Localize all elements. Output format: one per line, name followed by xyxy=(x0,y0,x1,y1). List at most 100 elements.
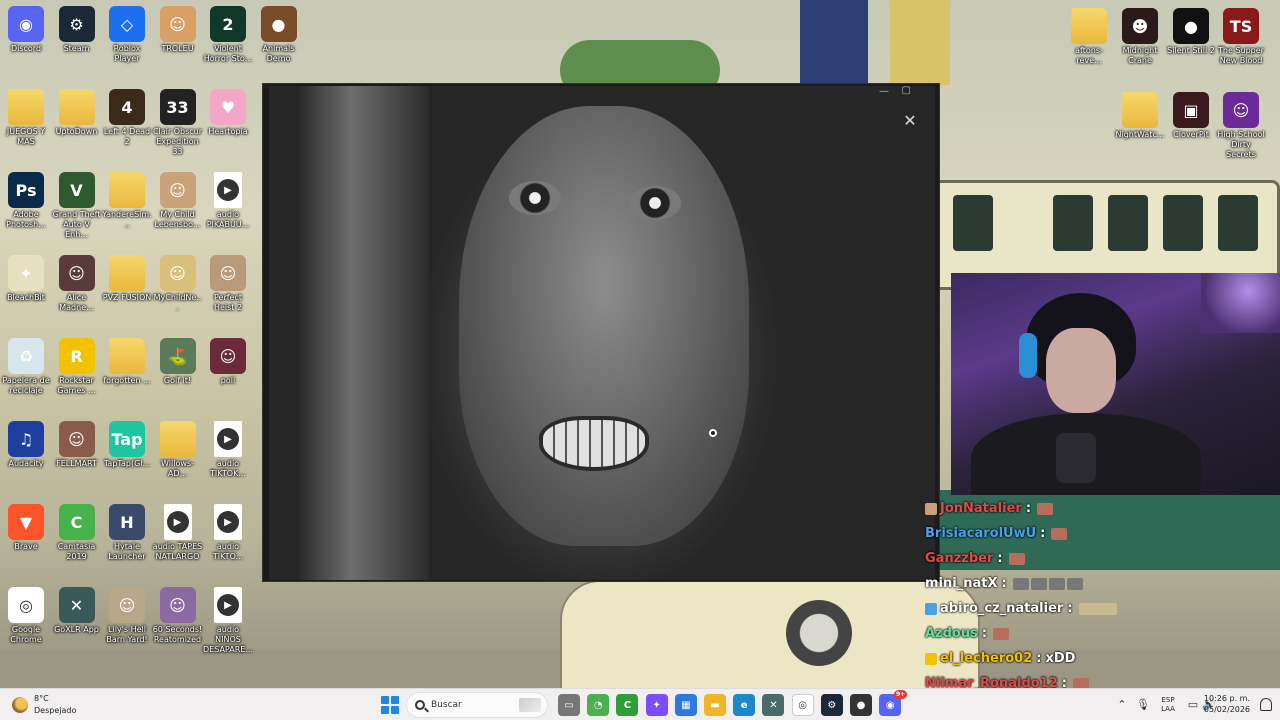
desktop-icon[interactable]: H Hytale Launcher xyxy=(102,504,152,562)
desktop-icon-label: Hytale Launcher xyxy=(108,542,146,561)
clock-date: 05/02/2026 xyxy=(1203,705,1250,714)
poli-icon: ☺ xyxy=(210,338,246,374)
desktop-icon[interactable]: UptoDown xyxy=(52,89,102,137)
desktop-icon[interactable]: Willows-AD... xyxy=(153,421,203,479)
weather-widget[interactable]: 8°C Despejado xyxy=(12,693,132,717)
desktop-icon[interactable]: ▶ audio NIÑOS DESAPARE... xyxy=(203,587,253,655)
taskbar-camtasia-icon[interactable]: C xyxy=(616,694,639,716)
desktop-icon[interactable]: ☺ TROLEU xyxy=(153,6,203,54)
desktop-icon[interactable]: ● Animals Demo xyxy=(254,6,304,64)
taskbar-chrome-icon[interactable]: ◎ xyxy=(791,694,814,716)
desktop-icon-label: FELLMART xyxy=(56,459,97,468)
desktop-icon[interactable]: ▶ audio PIKABUU... xyxy=(203,172,253,230)
network-icon[interactable]: ▭ xyxy=(1186,698,1200,712)
close-button[interactable]: ✕ xyxy=(901,112,919,130)
desktop-icon-label: audio NIÑOS DESAPARE... xyxy=(203,625,253,654)
desktop-icon[interactable]: ☺ Lily's Hell Barn Yard! xyxy=(102,587,152,645)
maximize-button[interactable]: ▢ xyxy=(902,85,911,96)
desktop-icon-label: Midnight Crane xyxy=(1122,46,1158,65)
microphone-tray-icon[interactable]: 🎙 xyxy=(1136,698,1150,712)
mychild-icon: ☺ xyxy=(159,172,196,208)
taskbar-edge-icon[interactable]: e xyxy=(733,694,756,716)
desktop-icon[interactable]: ☺ poli xyxy=(203,338,253,386)
desktop-icon[interactable]: ☺ 60 Seconds! Reatomized xyxy=(153,587,203,645)
desktop-icon[interactable]: V Grand Theft Auto V Enh... xyxy=(52,172,102,240)
taskbar-discord-icon[interactable]: ◉ 9+ xyxy=(879,690,908,716)
desktop-icon[interactable]: ▣ CloverPit xyxy=(1166,92,1216,140)
desktop-icon-label: Google Chrome xyxy=(10,625,42,644)
desktop-icon[interactable]: ▶ audio TIKTO... xyxy=(203,504,253,562)
taskbar-search[interactable]: Buscar xyxy=(406,692,548,718)
play-icon: ▶ xyxy=(217,428,239,450)
chat-emote-icon xyxy=(993,627,1010,640)
desktop-icon[interactable]: ● Silent Still 2 xyxy=(1166,8,1216,56)
desktop-icon[interactable]: TS The Supper New Blood xyxy=(1216,8,1266,66)
desktop-icon[interactable]: ☺ Alice Madne... xyxy=(52,255,102,313)
desktop-icon[interactable]: ☺ My Child Lebensbo... xyxy=(153,172,203,230)
desktop-icon[interactable]: forgotten ... xyxy=(102,338,152,386)
taskbar-file-icon[interactable]: ▭ xyxy=(558,694,580,716)
desktop-icon[interactable]: ✦ BleachBit xyxy=(1,255,51,303)
desktop-icon[interactable]: ☻ Midnight Crane xyxy=(1115,8,1165,66)
desktop-icon[interactable]: aftons-reve... xyxy=(1064,8,1114,66)
clock[interactable]: 10:26 p. m. 05/02/2026 xyxy=(1204,693,1250,715)
video-player-window[interactable]: — ▢ ✕ xyxy=(262,83,940,582)
desktop-icon[interactable]: ♥ Heartopia xyxy=(203,89,253,137)
desktop-icon[interactable]: ◇ Roblox Player xyxy=(102,6,152,64)
taskbar-store-icon[interactable]: ▦ xyxy=(674,694,697,716)
chat-emote-icon xyxy=(1037,502,1054,515)
desktop-icon[interactable]: ▶ audio TIKTOK... xyxy=(203,421,253,479)
chat-username: mini_natX xyxy=(925,576,998,591)
desktop-icon[interactable]: PVZ FUSION xyxy=(102,255,152,303)
desktop-icon[interactable]: ◉ Discord xyxy=(1,6,51,54)
desktop-icon-label: TROLEU xyxy=(161,44,194,53)
desktop-icon[interactable]: NightWatc... xyxy=(1115,92,1165,140)
video-frame[interactable] xyxy=(269,86,935,580)
taskbar-goxlr-icon[interactable]: ✕ xyxy=(762,694,785,716)
desktop-icon[interactable]: YandereSim... xyxy=(102,172,152,230)
chat-separator: : xyxy=(1025,501,1032,516)
language-indicator[interactable]: ESP LAA xyxy=(1158,696,1178,714)
desktop-icon[interactable]: Tap TapTap(Gl... xyxy=(102,421,152,469)
taskbar-copilot-icon[interactable]: ✦ xyxy=(645,694,668,716)
tray-overflow-chevron-icon[interactable]: ⌃ xyxy=(1115,698,1129,712)
desktop-icon[interactable]: C Camtasia 2019 xyxy=(52,504,102,562)
desktop-icon[interactable]: ☺ High School Dirty Secrets xyxy=(1216,92,1266,160)
golf-it-icon: ⛳ xyxy=(159,338,196,374)
desktop-icon[interactable]: JUEGOS Y MAS xyxy=(1,89,51,147)
desktop-icon-label: Steam xyxy=(63,44,90,53)
desktop-icon[interactable]: 4 Left 4 Dead 2 xyxy=(102,89,152,147)
minimize-button[interactable]: — xyxy=(879,86,889,97)
webcam-overlay xyxy=(951,273,1280,495)
weather-description: Despejado xyxy=(34,706,77,715)
desktop-icon[interactable]: ◎ Google Chrome xyxy=(1,587,51,645)
desktop-icon[interactable]: ☺ MyChildNe... xyxy=(153,255,203,313)
desktop-icon[interactable]: ☺ FELLMART xyxy=(52,421,102,469)
desktop-icon-label: Roblox Player xyxy=(113,44,141,63)
desktop-icon[interactable]: Ps Adobe Photosh... xyxy=(1,172,51,230)
video-face xyxy=(459,106,749,546)
start-button[interactable] xyxy=(381,696,399,714)
taskbar-file-explorer-icon[interactable]: ▬ xyxy=(704,694,726,716)
notification-bell-icon[interactable] xyxy=(1260,698,1272,711)
desktop-icon[interactable]: ♻ Papelera de reciclaje xyxy=(1,338,51,396)
taskbar-steam-icon[interactable]: ⚙ xyxy=(820,694,843,716)
taskbar-obs-icon[interactable]: ● xyxy=(850,694,872,716)
rockstar-icon: R xyxy=(58,338,95,374)
desktop-icon[interactable]: 2 Violent Horror Sto... xyxy=(203,6,253,64)
desktop-icon[interactable]: ▼ Brave xyxy=(1,504,51,552)
desktop-icon-label: Rockstar Games ... xyxy=(57,376,96,395)
desktop-icon[interactable]: ♫ Audacity xyxy=(1,421,51,469)
desktop-icon[interactable]: ⚙ Steam xyxy=(52,6,102,54)
desktop-icon[interactable]: ⛳ Golf it! xyxy=(153,338,203,386)
desktop-icon[interactable]: ▶ audio TAPES NATLARGO xyxy=(153,504,203,562)
desktop-icon[interactable]: ✕ GoXLR App xyxy=(52,587,102,635)
desktop-icon[interactable]: ☺ Perfect Heist 2 xyxy=(203,255,253,313)
fellmart-icon: ☺ xyxy=(58,421,95,457)
discord-notification-badge: 9+ xyxy=(893,690,908,699)
desktop-icon[interactable]: R Rockstar Games ... xyxy=(52,338,102,396)
perfect-heist-icon: ☺ xyxy=(210,255,246,291)
taskbar-app-green-icon[interactable]: ◔ xyxy=(587,694,610,716)
desktop-icon[interactable]: 33 Clair Obscur Expedition 33 xyxy=(153,89,203,157)
desktop-icon-label: Brave xyxy=(14,542,38,551)
